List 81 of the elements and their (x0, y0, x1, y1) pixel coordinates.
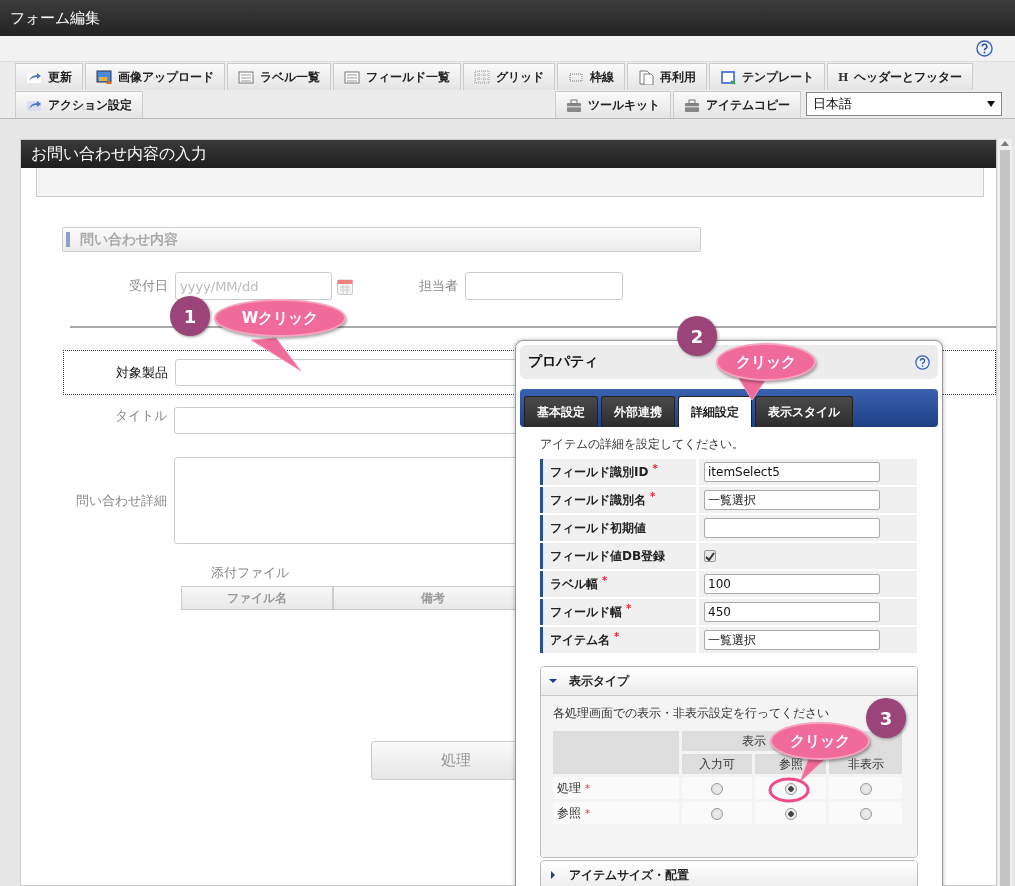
toolbar-button[interactable]: 画像アップロード (85, 63, 225, 90)
required-mark: * (652, 463, 658, 474)
required-mark: * (585, 782, 590, 794)
toolbar-button[interactable]: 枠線 (557, 63, 625, 90)
radio-button[interactable] (859, 807, 872, 820)
checkbox[interactable] (704, 550, 716, 562)
image-icon (96, 69, 112, 85)
radio-button[interactable] (711, 807, 723, 820)
scroll-up-icon[interactable] (1001, 141, 1009, 146)
input-field[interactable]: 450 (704, 602, 880, 622)
language-select[interactable]: 日本語 (806, 92, 1002, 116)
dialog-description: アイテムの詳細を設定してください。 (540, 437, 744, 451)
input-field[interactable] (704, 518, 880, 538)
toolbar-button[interactable]: アイテムコピー (673, 91, 801, 118)
toolbar-button[interactable]: ツールキット (555, 91, 671, 118)
input-field[interactable]: 一覧選択 (704, 490, 880, 510)
radio-button[interactable] (784, 782, 797, 795)
required-mark: * (614, 631, 620, 642)
toolbox-icon (566, 97, 582, 113)
column-header: ファイル名 (181, 586, 333, 610)
toolbox-icon (684, 97, 700, 113)
input-field[interactable]: itemSelect5 (704, 462, 880, 482)
toolbar-button[interactable]: グリッド (463, 63, 555, 90)
radio-button[interactable] (784, 807, 797, 820)
property-name: フィールド値DB登録 (550, 547, 666, 565)
property-name: フィールド初期値 (550, 519, 646, 537)
property-name: フィールド識別名 (550, 491, 646, 509)
document-icon (638, 69, 654, 85)
property-name: アイテム名 (550, 631, 610, 649)
tab[interactable]: 表示スタイル (755, 396, 853, 427)
field-label: 担当者 (418, 277, 459, 295)
help-icon[interactable] (976, 40, 993, 57)
template-icon (720, 69, 736, 85)
toolbar-button[interactable]: ラベル一覧 (227, 63, 331, 90)
required-mark: * (626, 603, 632, 614)
column-header: 入力可 (681, 754, 753, 774)
toolbar-button[interactable]: テンプレート (709, 63, 825, 90)
grid-icon (474, 69, 490, 85)
tab[interactable]: 外部連携 (601, 396, 675, 427)
section-header[interactable]: 表示タイプ (541, 667, 917, 695)
input-field[interactable]: 一覧選択 (704, 630, 880, 650)
required-mark: * (602, 575, 608, 586)
caret-down-icon (549, 677, 557, 685)
radio-button[interactable] (859, 782, 872, 795)
page-title: お問い合わせ内容の入力 (31, 143, 207, 165)
highlight-ring (768, 777, 810, 803)
tab[interactable]: 基本設定 (524, 396, 598, 427)
list-icon (344, 69, 360, 85)
assignee-field[interactable] (465, 272, 623, 300)
property-name: ラベル幅 (550, 575, 598, 593)
section-title: 問い合わせ内容 (80, 230, 178, 249)
toolbar-button[interactable]: アクション設定 (15, 91, 143, 118)
property-name: フィールド識別ID (550, 463, 649, 481)
field-label: 問い合わせ詳細 (75, 491, 168, 510)
section-header[interactable]: アイテムサイズ・配置 (541, 861, 917, 886)
toolbar-button[interactable]: H ヘッダーとフッター (827, 63, 974, 90)
list-icon (238, 69, 254, 85)
property-name: フィールド幅 (550, 603, 622, 621)
field-label: 対象製品 (115, 363, 169, 382)
radio-button[interactable] (711, 782, 723, 795)
required-mark: * (650, 491, 656, 502)
row-label: 処理 (557, 780, 581, 795)
attachments-label: 添付ファイル (211, 564, 289, 582)
caret-right-icon (549, 871, 557, 879)
row-label: 参照 (557, 805, 581, 820)
calendar-icon[interactable] (337, 277, 353, 295)
dialog-title: プロパティ (528, 353, 598, 371)
window-title: フォーム編集 (10, 8, 100, 28)
field-label: タイトル (114, 407, 168, 425)
help-icon[interactable] (915, 354, 930, 370)
callout-tail (250, 336, 302, 372)
section-description: 各処理画面での表示・非表示設定を行ってください (553, 706, 829, 720)
tab[interactable]: 詳細設定 (678, 396, 752, 427)
toolbar-button[interactable]: フィールド一覧 (333, 63, 461, 90)
toolbar-button[interactable]: 更新 (15, 63, 83, 90)
required-mark: * (585, 807, 590, 819)
toolbar-button[interactable]: 再利用 (627, 63, 707, 90)
input-field[interactable]: 100 (704, 574, 880, 594)
scrollbar[interactable] (998, 139, 1012, 886)
field-label: 受付日 (128, 277, 169, 295)
caret-icon (987, 101, 995, 107)
